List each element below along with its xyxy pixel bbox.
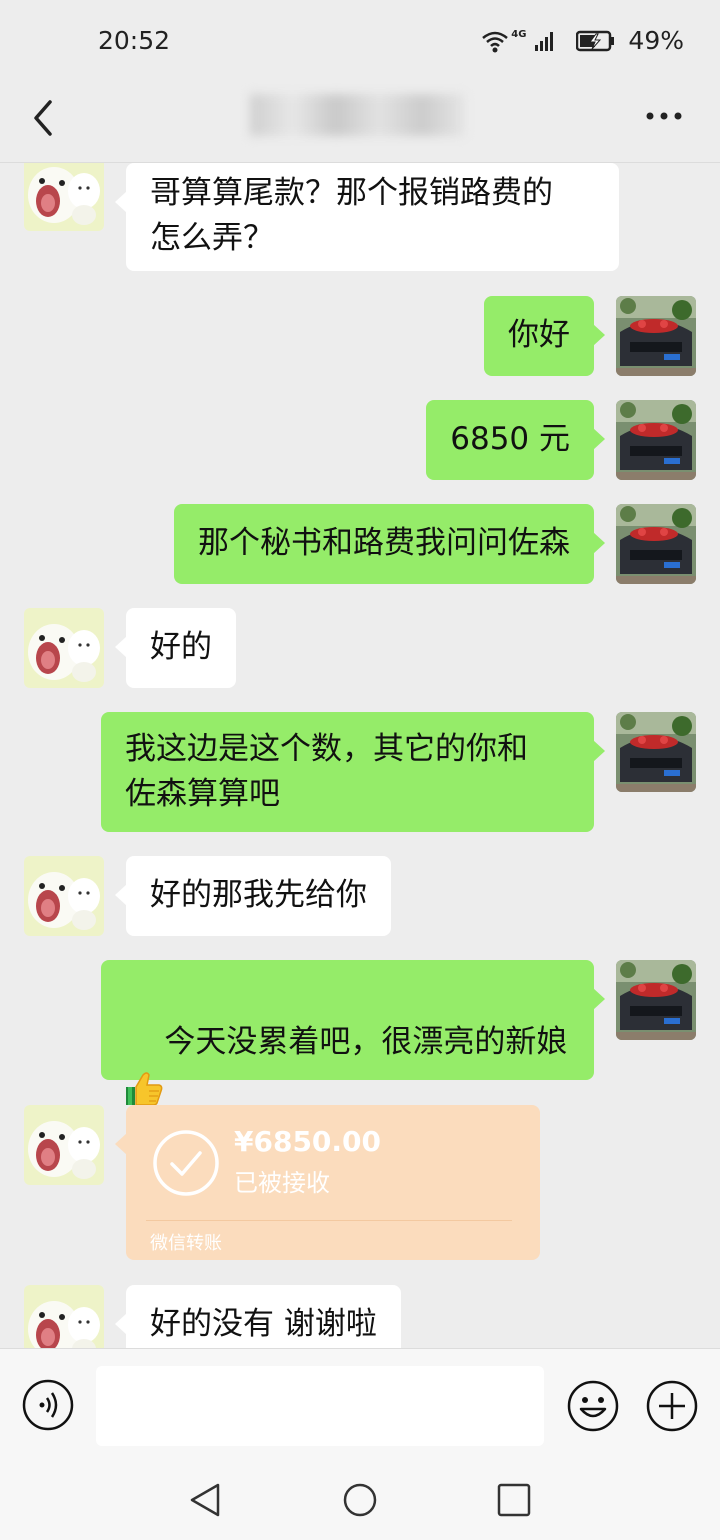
transfer-status: 已被接收 [234, 1169, 330, 1197]
message-list[interactable]: 哥算算尾款？那个报销路费的 怎么弄？ 你好 6850 元 那个秘书和路费我问问佐… [0, 163, 720, 1348]
status-indicators: 4G 49% [481, 26, 684, 55]
message-text: 今天没累着吧，很漂亮的新娘 [164, 1024, 568, 1060]
my-avatar[interactable] [616, 712, 696, 792]
system-navigation [0, 1458, 720, 1540]
contact-avatar[interactable] [24, 1105, 104, 1185]
input-bar [0, 1348, 720, 1459]
chat-header [0, 84, 720, 163]
message-input[interactable] [96, 1366, 544, 1446]
outgoing-message[interactable]: 今天没累着吧，很漂亮的新娘 [101, 960, 605, 1106]
transfer-card[interactable]: ¥6850.00 已被接收 微信转账 [115, 1105, 540, 1260]
outgoing-message[interactable]: 6850 元 [426, 400, 605, 480]
contact-avatar[interactable] [24, 856, 104, 936]
contact-avatar[interactable] [24, 163, 104, 231]
nav-back-icon[interactable] [186, 1480, 226, 1520]
incoming-message[interactable]: 好的那我先给你 [115, 856, 391, 936]
battery-percent: 49% [628, 26, 684, 55]
my-avatar[interactable] [616, 504, 696, 584]
my-avatar[interactable] [616, 296, 696, 376]
nav-home-icon[interactable] [340, 1480, 380, 1520]
wifi-icon [482, 31, 509, 52]
incoming-message[interactable]: 好的没有 谢谢啦 [115, 1285, 401, 1348]
plus-icon[interactable] [645, 1379, 699, 1433]
status-time: 20:52 [98, 26, 171, 55]
my-avatar[interactable] [616, 400, 696, 480]
my-avatar[interactable] [616, 960, 696, 1040]
more-dots-icon[interactable] [644, 104, 684, 128]
incoming-message[interactable]: 哥算算尾款？那个报销路费的 怎么弄？ [115, 163, 619, 271]
outgoing-message[interactable]: 你好 [484, 296, 605, 376]
status-bar: 20:52 4G 49% [0, 0, 720, 84]
chevron-left-icon[interactable] [28, 98, 58, 138]
transfer-amount: ¥6850.00 [234, 1125, 382, 1158]
emoji-icon[interactable] [566, 1379, 620, 1433]
network-label: 4G [511, 29, 527, 40]
transfer-label: 微信转账 [150, 1233, 222, 1254]
outgoing-message[interactable]: 那个秘书和路费我问问佐森 [174, 504, 605, 584]
outgoing-message[interactable]: 我这边是这个数，其它的你和 佐森算算吧 [101, 712, 605, 832]
contact-avatar[interactable] [24, 608, 104, 688]
battery-icon [576, 30, 615, 51]
nav-recent-icon[interactable] [494, 1480, 534, 1520]
incoming-message[interactable]: 好的 [115, 608, 236, 688]
signal-icon [535, 31, 554, 51]
chat-title [250, 94, 465, 136]
transfer-divider [146, 1220, 512, 1221]
thumbs-up-icon [126, 1071, 163, 1106]
voice-icon[interactable] [22, 1379, 74, 1431]
contact-avatar[interactable] [24, 1285, 104, 1348]
check-circle-icon [153, 1130, 219, 1196]
